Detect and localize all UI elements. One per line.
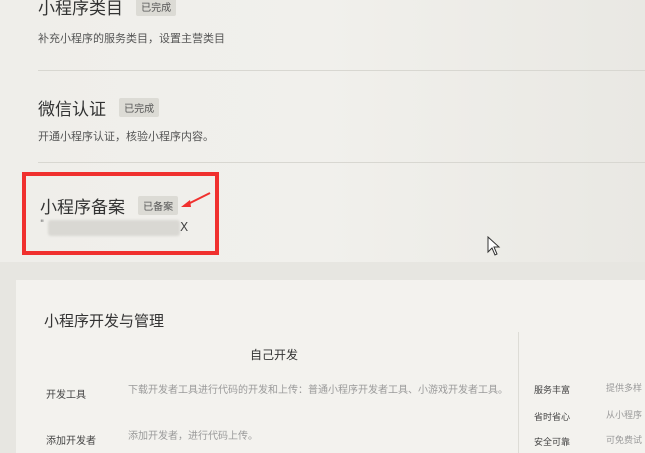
section-desc: 补充小程序的服务类目，设置主营类目 xyxy=(38,32,225,45)
section-title: 微信认证 xyxy=(38,100,106,120)
status-badge: 已完成 xyxy=(136,0,177,16)
red-arrow-icon xyxy=(181,192,211,207)
section-title: 小程序类目 xyxy=(38,0,123,19)
highlight-box xyxy=(22,172,219,255)
mouse-cursor-icon xyxy=(487,236,501,256)
feature-desc: 提供多样 xyxy=(606,384,643,394)
self-develop-label[interactable]: 自己开发 xyxy=(250,346,298,363)
dev-tools-label: 开发工具 xyxy=(46,390,86,401)
vertical-divider xyxy=(518,332,519,453)
dev-tools-desc[interactable]: 下载开发者工具进行代码的开发和上传：普通小程序开发者工具、小游戏开发者工具。 xyxy=(128,381,513,400)
feature-desc: 可免费试 xyxy=(606,436,643,446)
divider xyxy=(38,162,645,163)
add-developer-desc[interactable]: 添加开发者，进行代码上传。 xyxy=(128,427,513,446)
section-category: 小程序类目 已完成 补充小程序的服务类目，设置主营类目 xyxy=(38,0,225,46)
divider xyxy=(38,70,645,71)
section-desc: 开通小程序认证，核验小程序内容。 xyxy=(38,130,214,143)
section-verify: 微信认证 已完成 开通小程序认证，核验小程序内容。 xyxy=(38,95,214,144)
feature-label: 服务丰富 xyxy=(534,386,571,396)
feature-label: 安全可靠 xyxy=(534,438,571,448)
add-developer-label: 添加开发者 xyxy=(46,436,96,447)
dev-section-title: 小程序开发与管理 xyxy=(44,312,165,330)
feature-desc: 从小程序 xyxy=(606,411,643,421)
status-badge: 已完成 xyxy=(119,98,160,117)
feature-label: 省时省心 xyxy=(534,413,571,423)
